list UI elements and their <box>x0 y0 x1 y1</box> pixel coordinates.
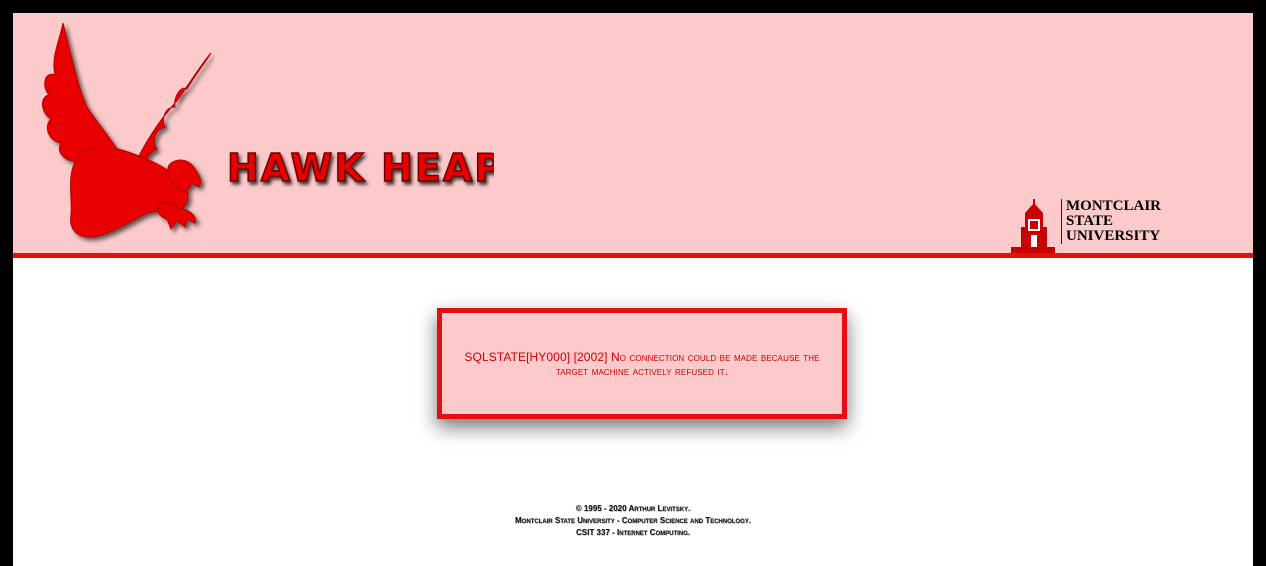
footer-course: CSIT 337 - Internet Computing. <box>575 528 690 537</box>
footer-department: Montclair State University - Computer Sc… <box>514 516 751 525</box>
hawk-logo-icon <box>42 23 212 238</box>
page-footer: © 1995 - 2020 Arthur Levitsky. Montclair… <box>13 503 1253 539</box>
footer-copyright: © 1995 - 2020 Arthur Levitsky. <box>575 504 691 513</box>
university-tower-icon <box>1011 199 1055 253</box>
site-title: HAWK HEAP <box>227 146 494 190</box>
page-frame: HAWK HEAP MONTCLAIR STATE UNIVERSITY SQL… <box>0 0 1266 566</box>
error-message-box: SQLSTATE[HY000] [2002] No connection cou… <box>437 308 847 419</box>
error-message-text: SQLSTATE[HY000] [2002] No connection cou… <box>464 349 820 378</box>
site-header: HAWK HEAP MONTCLAIR STATE UNIVERSITY <box>13 13 1253 258</box>
university-name: MONTCLAIR STATE UNIVERSITY <box>1061 199 1161 244</box>
hawk-heap-title-logo: HAWK HEAP <box>226 145 494 191</box>
montclair-state-university-logo[interactable]: MONTCLAIR STATE UNIVERSITY <box>1011 193 1181 253</box>
